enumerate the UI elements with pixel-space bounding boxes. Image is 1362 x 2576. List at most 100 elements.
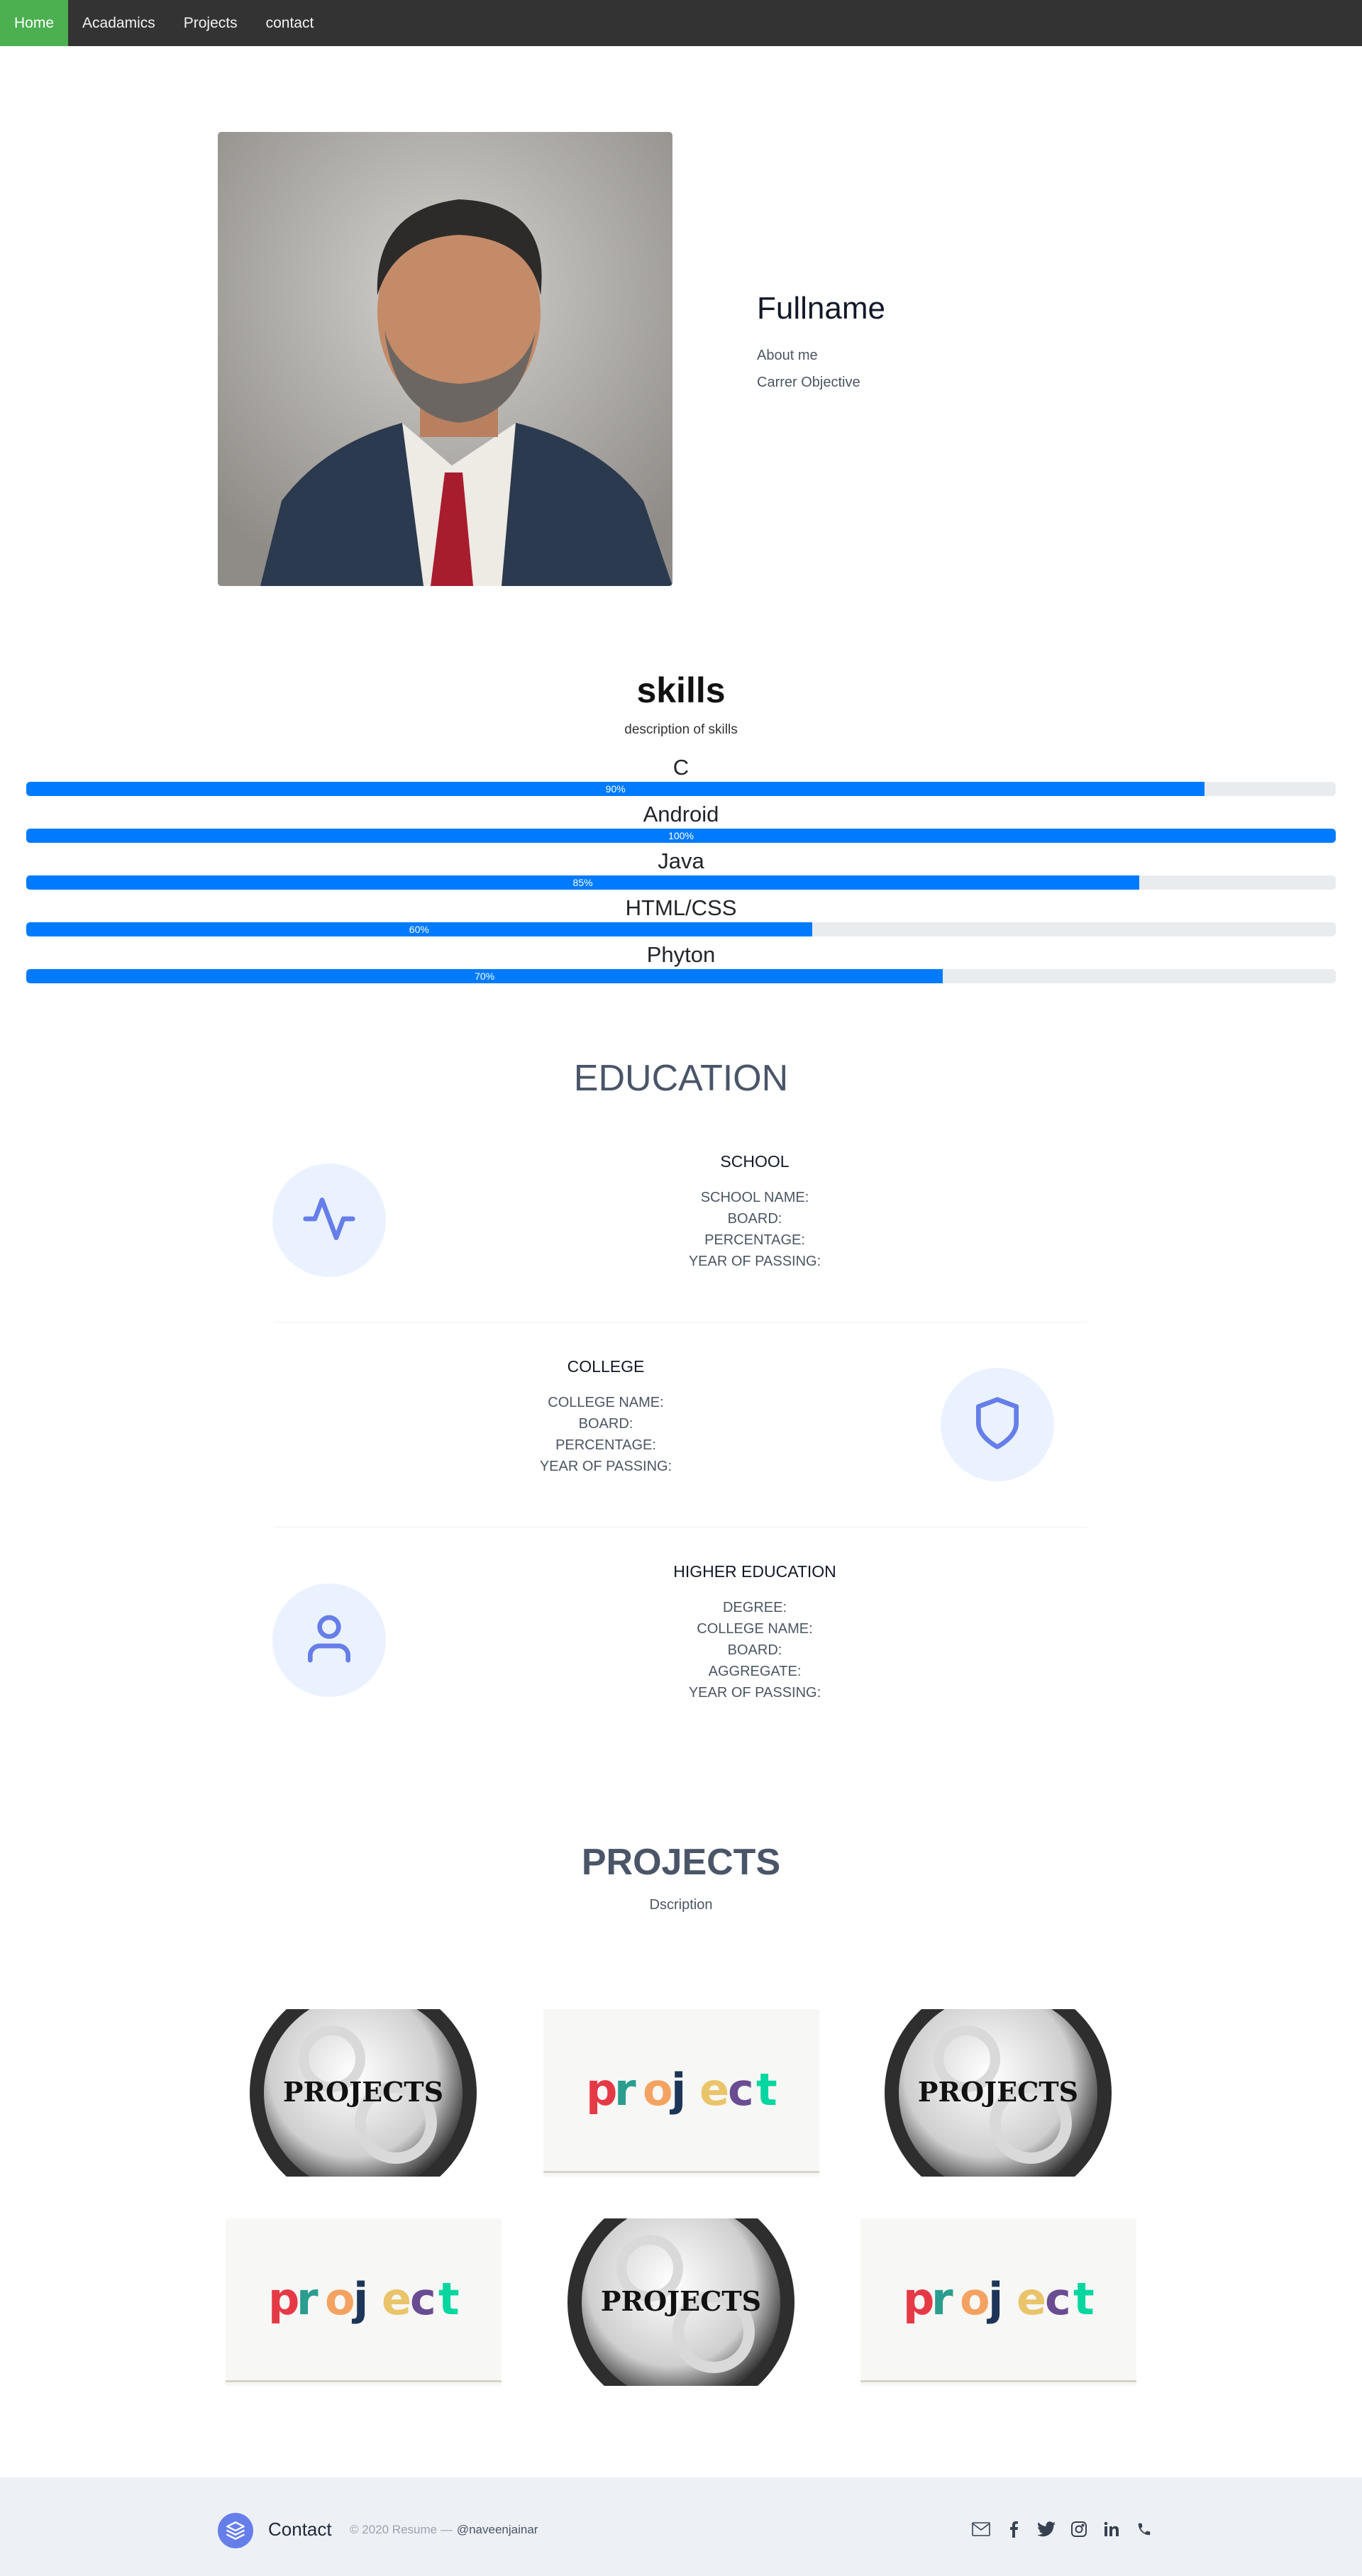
phone-icon[interactable] <box>1135 2520 1153 2538</box>
higher-board-field: BOARD: <box>727 1642 782 1658</box>
svg-text:e: e <box>1017 2273 1046 2325</box>
skill-name: Android <box>643 802 719 827</box>
svg-text:PROJECTS: PROJECTS <box>918 2076 1078 2108</box>
svg-text:e: e <box>699 2064 729 2116</box>
projects-description: Dscription <box>649 1897 713 1913</box>
skill-html-css: HTML/CSS 60% <box>26 894 1336 936</box>
facebook-icon[interactable] <box>1004 2520 1023 2538</box>
aggregate-field: AGGREGATE: <box>708 1664 802 1679</box>
user-icon <box>301 1610 358 1671</box>
svg-text:PROJECTS: PROJECTS <box>601 2285 761 2317</box>
svg-text:p: p <box>268 2273 299 2325</box>
nav-home-link[interactable]: Home <box>0 0 69 46</box>
project-image[interactable]: PROJECTS <box>860 2009 1136 2177</box>
footer-brand[interactable]: Contact <box>268 2519 332 2541</box>
skill-progress-track: 70% <box>26 969 1336 983</box>
projects-gear-image: PROJECTS <box>543 2218 819 2386</box>
college-percentage-field: PERCENTAGE: <box>555 1437 656 1453</box>
school-percentage-field: PERCENTAGE: <box>704 1232 805 1248</box>
skill-progress-track: 100% <box>26 829 1336 843</box>
school-year-field: YEAR OF PASSING: <box>688 1254 821 1269</box>
project-image[interactable]: PROJECTS <box>226 2009 502 2177</box>
school-board-field: BOARD: <box>727 1211 782 1227</box>
skill-progress-bar: 70% <box>26 969 943 983</box>
skill-name: C <box>672 755 690 780</box>
svg-text:PROJECTS: PROJECTS <box>283 2076 443 2108</box>
svg-text:p: p <box>903 2273 934 2325</box>
higher-college-name-field: COLLEGE NAME: <box>697 1621 813 1637</box>
college-year-field: YEAR OF PASSING: <box>539 1459 672 1474</box>
svg-text:e: e <box>382 2273 411 2325</box>
layers-icon[interactable] <box>218 2513 253 2548</box>
svg-text:t: t <box>1073 2273 1095 2325</box>
higher-education-details: HIGHER EDUCATION DEGREE: COLLEGE NAME: B… <box>606 1562 904 1703</box>
skill-progress-track: 85% <box>26 875 1336 890</box>
svg-text:r: r <box>297 2273 319 2325</box>
skill-java: Java 85% <box>26 847 1336 890</box>
svg-text:c: c <box>1045 2273 1071 2325</box>
svg-text:o: o <box>643 2064 673 2116</box>
linkedin-icon[interactable] <box>1102 2520 1121 2538</box>
svg-text:r: r <box>931 2273 953 2325</box>
projects-gear-image: PROJECTS <box>226 2009 502 2177</box>
skill-progress-bar: 60% <box>26 922 812 936</box>
shield-icon <box>969 1395 1026 1455</box>
svg-text:o: o <box>325 2273 355 2325</box>
degree-field: DEGREE: <box>722 1600 787 1615</box>
profile-photo <box>218 132 672 586</box>
mail-icon[interactable] <box>972 2520 990 2538</box>
skill-name: Java <box>658 848 704 873</box>
project-image[interactable]: project <box>543 2009 819 2177</box>
school-icon-circle <box>272 1163 386 1277</box>
skill-progress-track: 60% <box>26 922 1336 936</box>
about-me-text: About me <box>757 348 818 363</box>
college-name-field: COLLEGE NAME: <box>548 1395 664 1410</box>
svg-text:t: t <box>756 2064 777 2116</box>
nav-acadamics-link[interactable]: Acadamics <box>68 0 170 46</box>
svg-text:o: o <box>960 2273 990 2325</box>
project-image[interactable]: project <box>860 2218 1136 2386</box>
higher-education-heading: HIGHER EDUCATION <box>673 1562 836 1581</box>
author-handle-link[interactable]: @naveenjainar <box>457 2523 538 2536</box>
project-colorful-image: pr oj ec t <box>226 2218 502 2386</box>
footer-copyright: © 2020 Resume — @naveenjainar <box>350 2523 538 2537</box>
svg-text:p: p <box>586 2064 617 2116</box>
svg-text:j: j <box>986 2273 1003 2325</box>
nav-contact-link[interactable]: contact <box>252 0 328 46</box>
project-image[interactable]: project <box>226 2218 502 2386</box>
school-name-field: SCHOOL NAME: <box>700 1190 809 1205</box>
svg-text:r: r <box>614 2064 636 2116</box>
skill-name: HTML/CSS <box>625 895 737 920</box>
skill-c: C 90% <box>26 753 1336 796</box>
project-image[interactable]: PROJECTS <box>543 2218 819 2386</box>
hero-intro: Fullname About me Carrer Objective <box>757 291 1183 396</box>
nav-projects-link[interactable]: Projects <box>170 0 252 46</box>
higher-education-icon-circle <box>272 1583 386 1697</box>
project-colorful-image: pr oj ec t <box>543 2009 819 2177</box>
college-heading: COLLEGE <box>567 1357 645 1376</box>
skill-android: Android 100% <box>26 800 1336 843</box>
projects-gear-image: PROJECTS <box>860 2009 1136 2177</box>
skill-progress-bar: 100% <box>26 829 1336 843</box>
svg-text:t: t <box>438 2273 460 2325</box>
college-board-field: BOARD: <box>578 1416 633 1432</box>
social-links <box>972 2520 1153 2538</box>
school-heading: SCHOOL <box>720 1152 790 1171</box>
twitter-icon[interactable] <box>1037 2520 1056 2538</box>
copyright-text: © 2020 Resume — <box>350 2523 453 2536</box>
skill-progress-bar: 90% <box>26 782 1205 796</box>
footer: Contact © 2020 Resume — @naveenjainar <box>0 2477 1362 2576</box>
skill-phyton: Phyton 70% <box>26 941 1336 983</box>
skill-progress-track: 90% <box>26 782 1336 796</box>
skill-progress-bar: 85% <box>26 875 1140 890</box>
instagram-icon[interactable] <box>1070 2520 1088 2538</box>
skills-description: description of skills <box>624 722 738 737</box>
svg-text:j: j <box>351 2273 368 2325</box>
project-colorful-image: pr oj ec t <box>860 2218 1136 2386</box>
full-name-heading: Fullname <box>757 291 885 326</box>
career-objective-text: Carrer Objective <box>757 375 860 390</box>
skills-title: skills <box>636 670 726 710</box>
projects-title: PROJECTS <box>581 1842 781 1883</box>
education-title: EDUCATION <box>573 1058 789 1099</box>
school-details: SCHOOL SCHOOL NAME: BOARD: PERCENTAGE: Y… <box>606 1152 904 1272</box>
